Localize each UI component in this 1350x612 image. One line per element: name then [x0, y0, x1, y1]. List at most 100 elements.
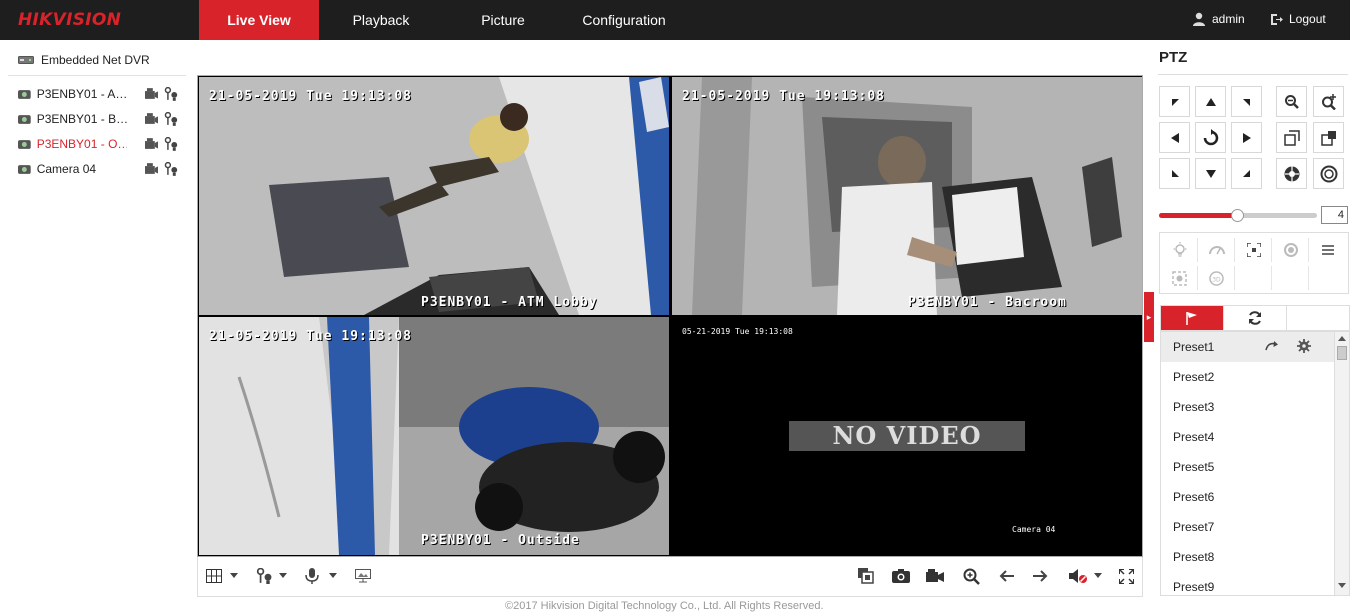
microphone-icon [305, 568, 319, 584]
tab-configuration[interactable]: Configuration [568, 0, 680, 40]
tab-picture[interactable]: Picture [453, 0, 553, 40]
ptz-icon[interactable] [164, 112, 178, 126]
record-button[interactable] [925, 566, 945, 586]
record-icon[interactable] [144, 163, 159, 175]
menu-icon [1322, 245, 1334, 255]
microphone-button[interactable] [302, 566, 322, 586]
tab-playback[interactable]: Playback [331, 0, 431, 40]
scroll-down-icon[interactable] [1338, 583, 1346, 588]
list-item[interactable]: Preset9 [1161, 572, 1335, 595]
chevron-down-icon[interactable] [329, 573, 337, 578]
video-stream-button[interactable] [353, 566, 373, 586]
ptz-up-right-button[interactable] [1231, 86, 1262, 117]
chevron-down-icon[interactable] [1094, 573, 1102, 578]
menu-button[interactable] [1310, 238, 1346, 262]
ptz-icon[interactable] [164, 137, 178, 151]
camera-item[interactable]: P3ENBY01 - B… [18, 110, 178, 128]
tracking-icon [1172, 270, 1187, 286]
focus-near-button[interactable] [1276, 122, 1307, 153]
record-icon[interactable] [144, 138, 159, 150]
tab-preset[interactable] [1161, 306, 1224, 330]
ptz-tabs [1160, 305, 1350, 331]
device-tree-root[interactable]: Embedded Net DVR [18, 53, 150, 67]
video-tile-camera-04[interactable]: 05-21-2019 Tue 19:13:08 NO VIDEO Camera … [672, 317, 1142, 555]
logout-button[interactable]: Logout [1270, 12, 1326, 26]
camera-item[interactable]: Camera 04 [18, 160, 178, 178]
chevron-down-icon[interactable] [279, 573, 287, 578]
ptz-up-button[interactable] [1195, 86, 1226, 117]
ptz-right-button[interactable] [1231, 122, 1262, 153]
snapshot-button[interactable] [891, 566, 911, 586]
volume-button[interactable] [1068, 566, 1088, 586]
capture-multi-icon [858, 568, 874, 584]
empty-function-slot [1236, 266, 1272, 290]
next-page-button[interactable] [1031, 566, 1051, 586]
list-item[interactable]: Preset8 [1161, 542, 1335, 572]
window-split-button[interactable] [204, 566, 224, 586]
list-item[interactable]: Preset3 [1161, 392, 1335, 422]
focus-far-button[interactable] [1313, 122, 1344, 153]
focus-near-icon [1283, 129, 1300, 146]
video-tile-outside[interactable]: 21-05-2019 Tue 19:13:08 P3ENBY01 - Outsi… [199, 317, 669, 555]
camera-label: P3ENBY01 - O… [36, 137, 127, 151]
ptz-control-button[interactable] [254, 566, 274, 586]
camera-item-selected[interactable]: P3ENBY01 - O… [18, 135, 178, 153]
scroll-thumb[interactable] [1337, 346, 1347, 360]
user-menu[interactable]: admin [1192, 12, 1245, 26]
panel-collapse-toggle[interactable]: ▸ [1144, 292, 1154, 342]
preset-scrollbar[interactable] [1334, 332, 1349, 595]
camera-icon [18, 164, 31, 174]
ptz-up-left-button[interactable] [1159, 86, 1190, 117]
camera-item[interactable]: P3ENBY01 - A… [18, 85, 178, 103]
ptz-down-button[interactable] [1195, 158, 1226, 189]
list-item[interactable]: Preset6 [1161, 482, 1335, 512]
chevron-down-icon[interactable] [230, 573, 238, 578]
list-item[interactable]: Preset1 [1161, 332, 1335, 362]
record-icon [926, 569, 944, 582]
tab-patrol[interactable] [1224, 306, 1287, 330]
zoom-out-button[interactable] [1276, 86, 1307, 117]
iris-close-icon [1320, 165, 1337, 182]
call-preset-icon[interactable] [1265, 340, 1279, 352]
camera-icon [18, 139, 31, 149]
lens-init-button[interactable] [1273, 238, 1309, 262]
arrow-up-right-icon [1242, 98, 1250, 106]
iris-close-button[interactable] [1313, 158, 1344, 189]
capture-multi-button[interactable] [856, 566, 876, 586]
arrow-down-left-icon [1171, 169, 1179, 177]
zoom-in-button[interactable] [1313, 86, 1344, 117]
timestamp-overlay: 21-05-2019 Tue 19:13:08 [682, 89, 886, 104]
record-icon[interactable] [144, 88, 159, 100]
tab-pattern[interactable] [1287, 306, 1350, 330]
scroll-up-icon[interactable] [1338, 336, 1346, 341]
auto-focus-button[interactable] [1236, 238, 1272, 262]
ptz-icon[interactable] [164, 162, 178, 176]
3d-positioning-button[interactable]: 3D [1199, 266, 1235, 290]
camera-feed-image [672, 77, 1142, 315]
video-tile-bacroom[interactable]: 21-05-2019 Tue 19:13:08 P3ENBY01 - Bacro… [672, 77, 1142, 315]
previous-page-button[interactable] [996, 566, 1016, 586]
list-item[interactable]: Preset2 [1161, 362, 1335, 392]
tab-live-view[interactable]: Live View [199, 0, 319, 40]
fullscreen-button[interactable] [1116, 566, 1136, 586]
record-icon[interactable] [144, 113, 159, 125]
digital-zoom-button[interactable] [961, 566, 981, 586]
ptz-down-right-button[interactable] [1231, 158, 1262, 189]
ptz-auto-button[interactable] [1195, 122, 1226, 153]
light-button[interactable] [1162, 238, 1198, 262]
manual-tracking-button[interactable] [1162, 266, 1198, 290]
iris-open-button[interactable] [1276, 158, 1307, 189]
ptz-icon[interactable] [164, 87, 178, 101]
list-item[interactable]: Preset5 [1161, 452, 1335, 482]
ptz-down-left-button[interactable] [1159, 158, 1190, 189]
list-item[interactable]: Preset4 [1161, 422, 1335, 452]
video-tile-atm-lobby[interactable]: 21-05-2019 Tue 19:13:08 P3ENBY01 - ATM L… [199, 77, 669, 315]
camera-icon [18, 89, 31, 99]
ptz-left-button[interactable] [1159, 122, 1190, 153]
divider [8, 75, 186, 76]
top-bar: HIKVISION Live View Playback Picture Con… [0, 0, 1350, 40]
wiper-button[interactable] [1199, 238, 1235, 262]
list-item[interactable]: Preset7 [1161, 512, 1335, 542]
ptz-speed-thumb[interactable] [1231, 209, 1244, 222]
gear-icon[interactable] [1297, 339, 1311, 353]
